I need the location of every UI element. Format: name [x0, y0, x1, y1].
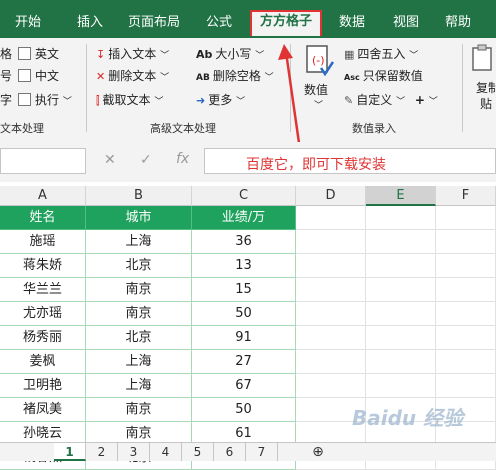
empty-cell[interactable]	[366, 374, 436, 398]
table-cell[interactable]: 上海	[86, 230, 192, 254]
table-cell[interactable]: 36	[192, 230, 296, 254]
sheet-tab-6[interactable]: 6	[214, 443, 246, 461]
empty-cell[interactable]	[436, 254, 496, 278]
empty-cell[interactable]	[296, 254, 366, 278]
column-header-b[interactable]: B	[86, 186, 192, 206]
column-header-e[interactable]: E	[366, 186, 436, 206]
sheet-tab-3[interactable]: 3	[118, 443, 150, 461]
table-cell[interactable]: 15	[192, 278, 296, 302]
table-cell[interactable]: 67	[192, 374, 296, 398]
add-sheet-icon[interactable]: ⊕	[302, 443, 334, 461]
table-cell[interactable]: 13	[192, 254, 296, 278]
table-cell[interactable]: 上海	[86, 350, 192, 374]
table-cell[interactable]: 91	[192, 326, 296, 350]
table-cell[interactable]: 褚凤美	[0, 398, 86, 422]
empty-cell[interactable]	[366, 206, 436, 230]
confirm-icon[interactable]: ✓	[140, 152, 152, 168]
column-header-f[interactable]: F	[436, 186, 496, 206]
table-header-cell[interactable]: 城市	[86, 206, 192, 230]
empty-cell[interactable]	[296, 206, 366, 230]
table-cell[interactable]: 杨秀丽	[0, 326, 86, 350]
formula-controls: ✕ ✓ fx	[96, 148, 200, 174]
empty-cell[interactable]	[436, 230, 496, 254]
cancel-icon[interactable]: ✕	[104, 152, 116, 168]
table-cell[interactable]: 北京	[86, 326, 192, 350]
column-header-d[interactable]: D	[296, 186, 366, 206]
table-cell[interactable]: 姜枫	[0, 350, 86, 374]
sheet-tab-4[interactable]: 4	[150, 443, 182, 461]
sheet-tab-2[interactable]: 2	[86, 443, 118, 461]
empty-cell[interactable]	[436, 278, 496, 302]
table-header-cell[interactable]: 业绩/万	[192, 206, 296, 230]
empty-cell[interactable]	[296, 230, 366, 254]
sheet-tab-7[interactable]: 7	[246, 443, 278, 461]
empty-cell[interactable]	[366, 278, 436, 302]
empty-cell[interactable]	[296, 302, 366, 326]
sheet-tab-1[interactable]: 1	[54, 443, 86, 461]
table-cell[interactable]: 南京	[86, 278, 192, 302]
table-cell[interactable]: 50	[192, 398, 296, 422]
table-cell[interactable]: 南京	[86, 398, 192, 422]
table-cell[interactable]: 卫明艳	[0, 374, 86, 398]
empty-cell[interactable]	[366, 254, 436, 278]
empty-cell[interactable]	[436, 350, 496, 374]
table-cell[interactable]: 施瑶	[0, 230, 86, 254]
empty-cell[interactable]	[366, 350, 436, 374]
empty-cell[interactable]	[296, 374, 366, 398]
sheet-tab-5[interactable]: 5	[182, 443, 214, 461]
table-cell[interactable]: 27	[192, 350, 296, 374]
table-header-cell[interactable]: 姓名	[0, 206, 86, 230]
empty-cell[interactable]	[436, 206, 496, 230]
table-cell[interactable]: 北京	[86, 254, 192, 278]
table-cell[interactable]: 尤亦瑶	[0, 302, 86, 326]
empty-cell[interactable]	[436, 302, 496, 326]
fx-icon[interactable]: fx	[176, 151, 189, 167]
column-header-a[interactable]: A	[0, 186, 86, 206]
watermark: Baidu 经验	[352, 406, 464, 430]
empty-cell[interactable]	[366, 326, 436, 350]
table-cell[interactable]: 华兰兰	[0, 278, 86, 302]
empty-cell[interactable]	[366, 302, 436, 326]
annotation-text: 百度它，即可下载安装	[246, 157, 386, 173]
column-header-c[interactable]: C	[192, 186, 296, 206]
sheet-tab-bar: 1 2 3 4 5 6 7 ⊕	[0, 442, 496, 461]
name-box[interactable]	[0, 148, 86, 174]
table-cell[interactable]: 南京	[86, 302, 192, 326]
table-cell[interactable]: 蒋朱娇	[0, 254, 86, 278]
empty-cell[interactable]	[436, 326, 496, 350]
empty-cell[interactable]	[296, 326, 366, 350]
empty-cell[interactable]	[436, 374, 496, 398]
empty-cell[interactable]	[296, 350, 366, 374]
table-cell[interactable]: 50	[192, 302, 296, 326]
empty-cell[interactable]	[296, 278, 366, 302]
table-cell[interactable]: 上海	[86, 374, 192, 398]
empty-cell[interactable]	[366, 230, 436, 254]
